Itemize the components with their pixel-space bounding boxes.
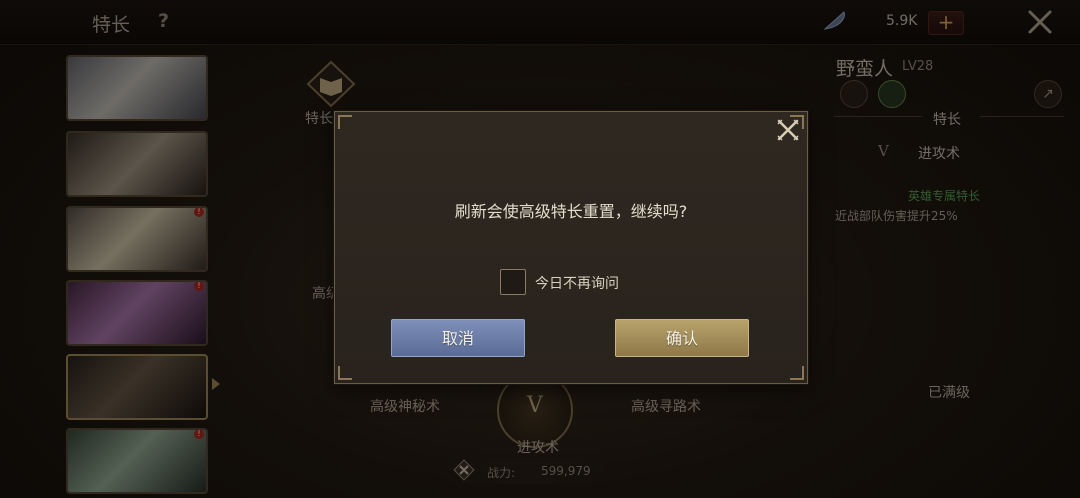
cancel-button[interactable]: 取消 [391,319,525,357]
corner-ornament [790,366,804,380]
confirm-button[interactable]: 确认 [615,319,749,357]
dont-ask-checkbox[interactable] [500,269,526,295]
dialog-message: 刷新会使高级特长重置，继续吗? [454,202,688,221]
checkbox-label[interactable]: 今日不再询问 [535,273,619,293]
confirm-dialog: 刷新会使高级特长重置，继续吗? 今日不再询问 取消 确认 [334,111,808,384]
corner-ornament [338,366,352,380]
close-icon[interactable] [775,117,801,143]
corner-ornament [338,115,352,129]
